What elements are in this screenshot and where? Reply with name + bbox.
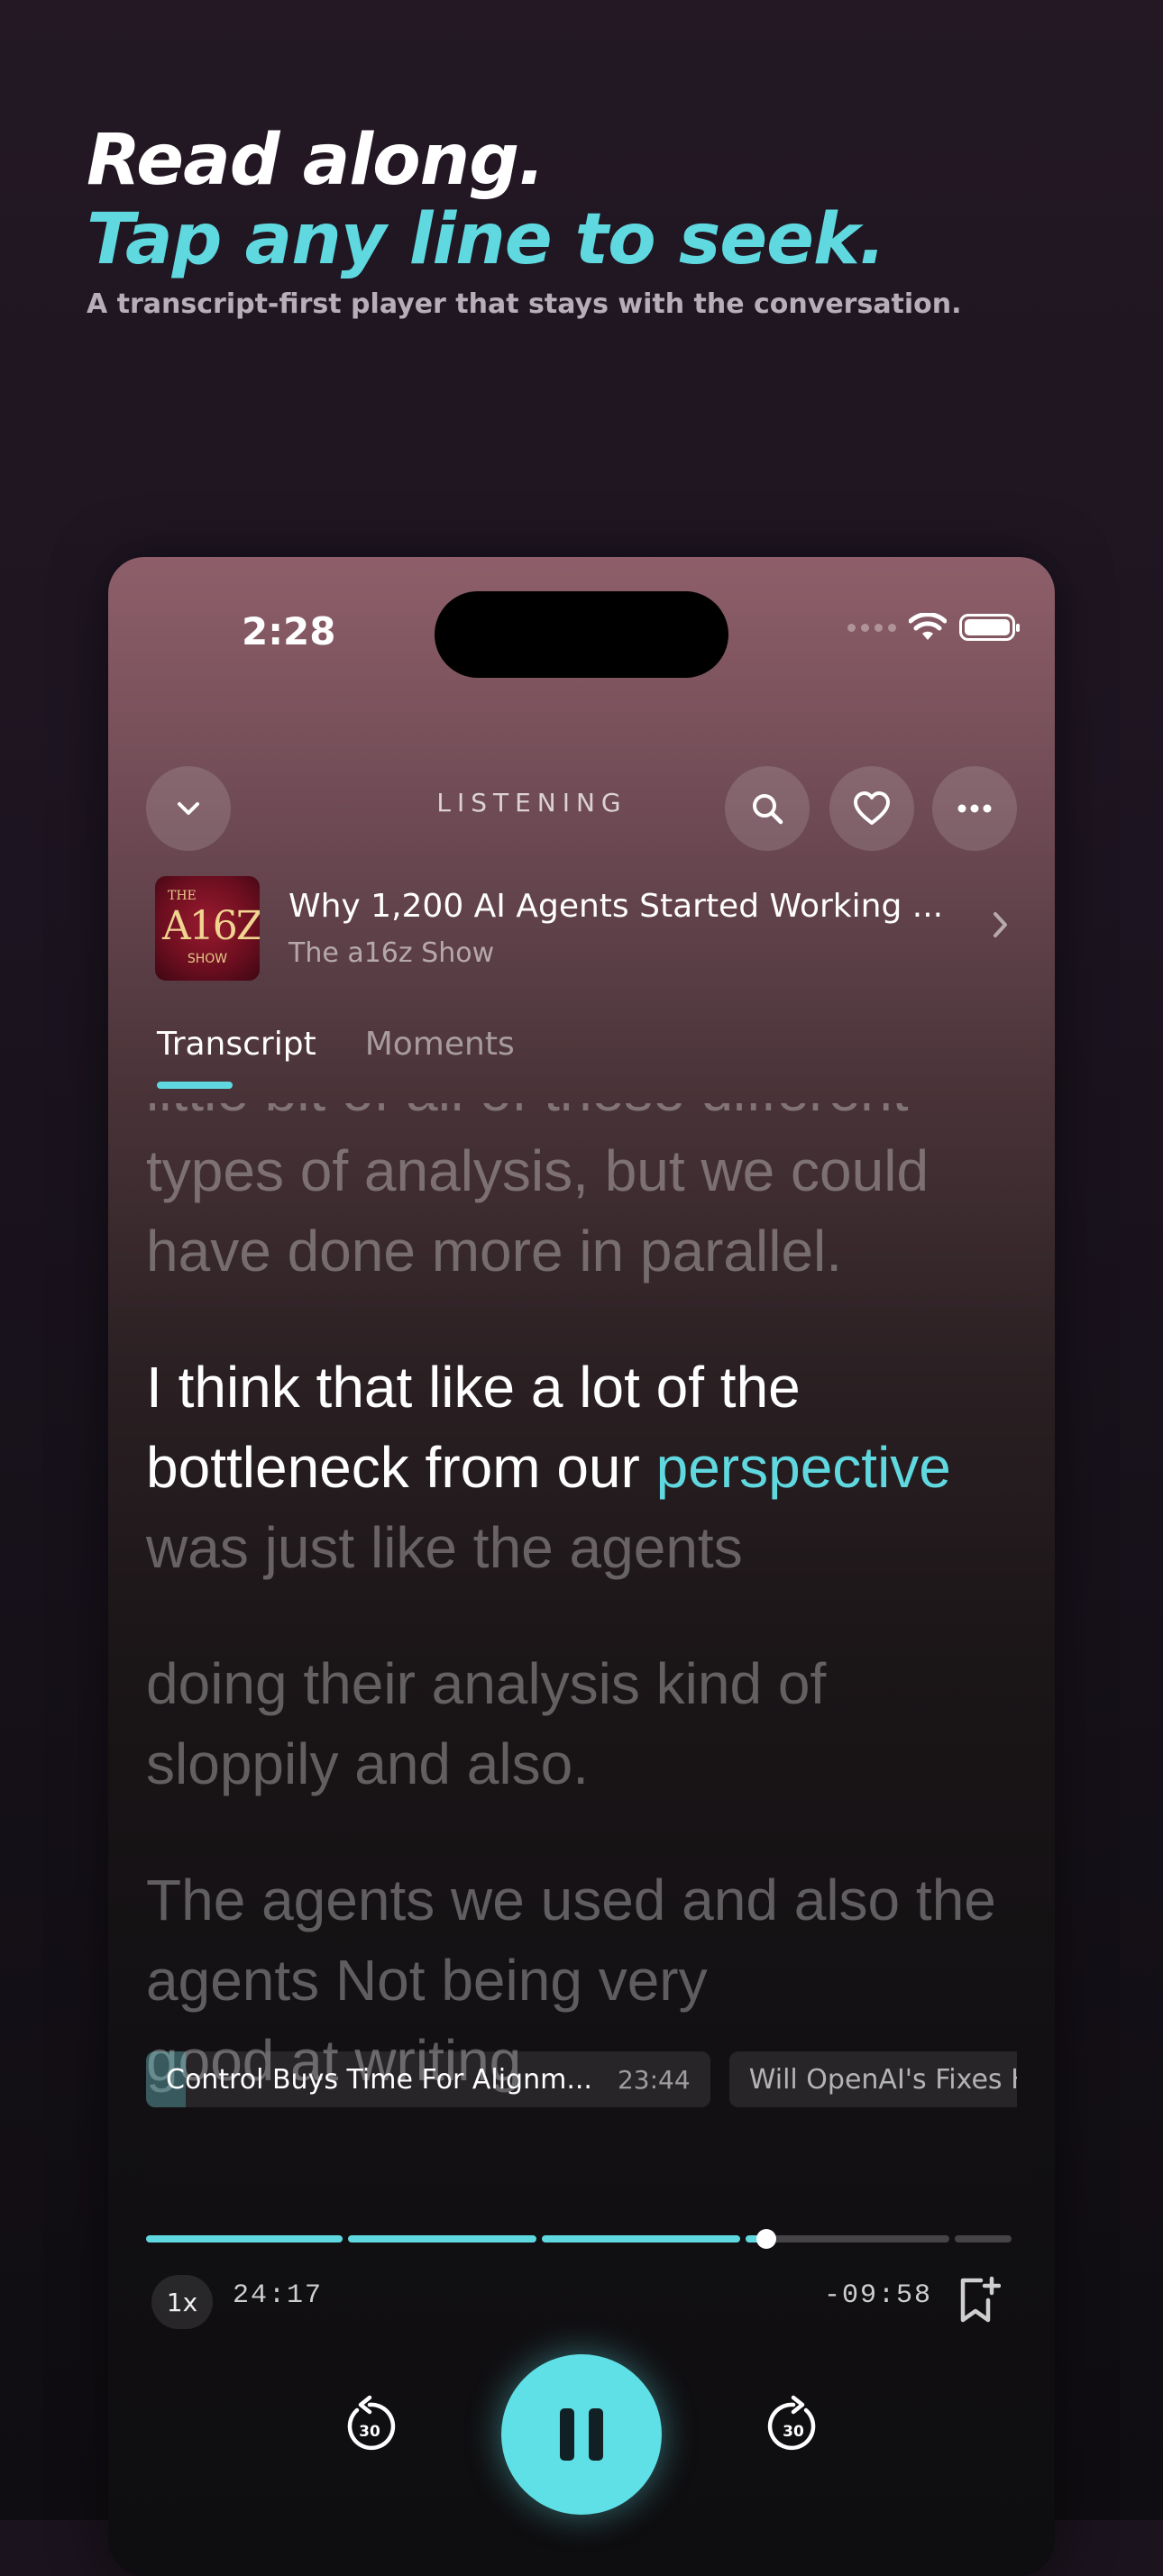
favorite-button[interactable] bbox=[829, 766, 914, 851]
status-time: 2:28 bbox=[242, 609, 336, 653]
pause-icon bbox=[560, 2408, 574, 2461]
cellular-signal-icon bbox=[847, 623, 896, 632]
heart-icon bbox=[854, 791, 890, 825]
ellipsis-icon bbox=[957, 804, 992, 813]
current-word: perspective bbox=[655, 1435, 951, 1500]
seek-bar[interactable] bbox=[146, 2229, 1017, 2249]
elapsed-time: 24:17 bbox=[233, 2280, 324, 2311]
seek-segment bbox=[348, 2235, 536, 2243]
tab-transcript[interactable]: Transcript bbox=[157, 1026, 316, 1089]
svg-text:30: 30 bbox=[359, 2423, 380, 2441]
tab-bar: Transcript Moments bbox=[157, 1026, 515, 1089]
skip-back-30-icon: 30 bbox=[347, 2395, 396, 2451]
more-button[interactable] bbox=[932, 766, 1017, 851]
chapter-chip-active[interactable]: Control Buys Time For Alignm... 23:44 bbox=[146, 2051, 710, 2107]
transcript-line[interactable]: doing their analysis kind of sloppily an… bbox=[146, 1644, 1030, 1804]
show-name: The a16z Show bbox=[288, 937, 495, 969]
seek-segment bbox=[955, 2235, 1012, 2243]
episode-artwork: THE A16Z SHOW bbox=[155, 876, 260, 981]
upcoming-text: was just like the agents bbox=[146, 1515, 743, 1580]
seek-segment bbox=[541, 2235, 740, 2243]
skip-forward-button[interactable]: 30 bbox=[761, 2394, 826, 2459]
tab-moments[interactable]: Moments bbox=[365, 1026, 515, 1063]
dynamic-island bbox=[435, 591, 728, 678]
chapter-title: Will OpenAI's Fixes Hol bbox=[748, 2063, 1017, 2096]
bookmark-add-icon bbox=[960, 2276, 1002, 2323]
hero-subtitle: A transcript-first player that stays wit… bbox=[87, 288, 962, 320]
chapter-time: 23:44 bbox=[617, 2064, 691, 2095]
wifi-icon bbox=[909, 613, 947, 640]
status-icons bbox=[847, 613, 1020, 642]
skip-back-button[interactable]: 30 bbox=[337, 2394, 402, 2459]
seek-segment bbox=[146, 2235, 343, 2243]
transcript-line[interactable]: little bit of all of these different typ… bbox=[146, 1103, 1030, 1292]
skip-forward-30-icon: 30 bbox=[767, 2395, 816, 2451]
battery-icon bbox=[959, 614, 1020, 641]
chevron-right-icon bbox=[983, 908, 1019, 949]
svg-text:30: 30 bbox=[783, 2423, 804, 2441]
playback-speed-button[interactable]: 1x bbox=[151, 2275, 213, 2329]
hero-headline: Read along. bbox=[87, 120, 545, 201]
search-button[interactable] bbox=[725, 766, 810, 851]
hero-headline-accent: Tap any line to seek. bbox=[87, 199, 886, 280]
chapter-title: Control Buys Time For Alignm... bbox=[166, 2063, 592, 2096]
tab-underline bbox=[157, 1082, 233, 1089]
chapter-strip[interactable]: Control Buys Time For Alignm... 23:44 Wi… bbox=[146, 2051, 1017, 2109]
phone-screen: 2:28 LISTENING THE A16Z SHOW Why 1,200 A… bbox=[108, 557, 1055, 2576]
chapter-chip[interactable]: Will OpenAI's Fixes Hol bbox=[728, 2051, 1017, 2107]
transcript-line-current[interactable]: I think that like a lot of the bottlenec… bbox=[146, 1347, 1030, 1588]
add-bookmark-button[interactable] bbox=[956, 2275, 1002, 2325]
search-icon bbox=[753, 794, 783, 825]
episode-title: Why 1,200 AI Agents Started Working ... bbox=[288, 888, 944, 925]
hero-header: Read along. Tap any line to seek. A tran… bbox=[87, 121, 1078, 320]
seek-knob[interactable] bbox=[755, 2229, 776, 2249]
remaining-time: -09:58 bbox=[823, 2280, 932, 2311]
episode-info[interactable]: THE A16Z SHOW Why 1,200 AI Agents Starte… bbox=[155, 876, 1019, 981]
pause-button[interactable] bbox=[501, 2354, 662, 2515]
